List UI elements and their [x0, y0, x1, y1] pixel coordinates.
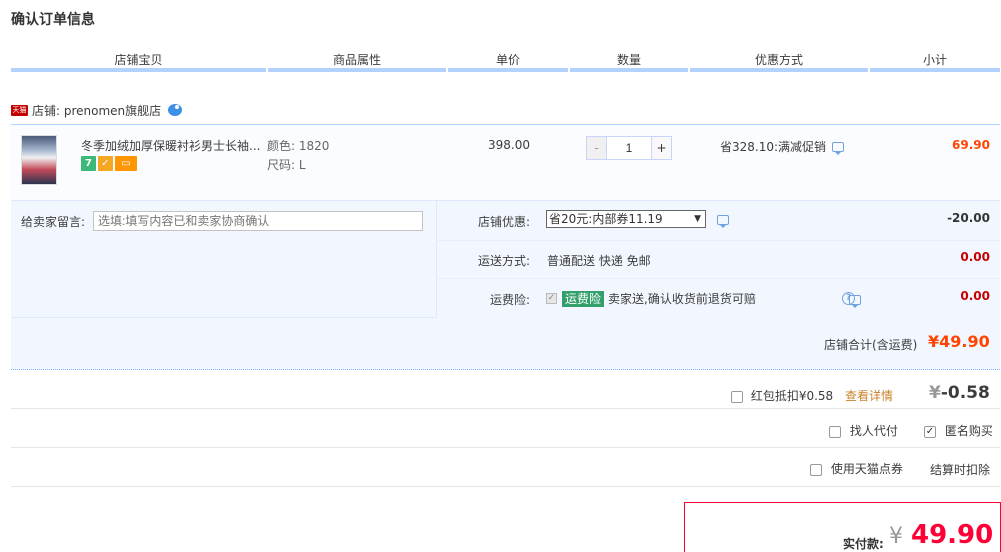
divider	[11, 447, 1000, 448]
divider	[436, 278, 1000, 279]
points-note: 结算时扣除	[930, 463, 991, 477]
header-divider	[570, 68, 688, 72]
insurance-checkbox: ✓	[546, 293, 557, 304]
seller-memo-input[interactable]	[93, 211, 423, 231]
quantity-decrease-button[interactable]: -	[587, 137, 607, 159]
shipping-label: 运送方式:	[477, 254, 530, 268]
comment-icon[interactable]	[832, 141, 845, 155]
seven-day-return-icon[interactable]: 7	[81, 156, 96, 171]
quantity-stepper: - +	[586, 136, 672, 160]
insurance-tag: 运费险	[562, 290, 605, 307]
wangwang-chat-icon[interactable]	[167, 103, 183, 117]
shop-coupon-select[interactable]: 省20元:内部券11.19 ▼	[546, 210, 706, 228]
header-divider	[448, 68, 568, 72]
col-header-price: 单价	[495, 53, 520, 67]
redpacket-checkbox[interactable]	[731, 390, 743, 403]
shop-total-label: 店铺合计(含运费)	[824, 338, 918, 352]
tmall-points-option[interactable]: 使用天猫点券	[810, 460, 903, 477]
divider	[11, 486, 1000, 487]
tmall-points-checkbox[interactable]	[810, 463, 822, 476]
product-thumbnail[interactable]	[21, 135, 57, 185]
insurance-description: 卖家送,确认收货前退货可赔	[608, 292, 756, 306]
unit-price: 398.00	[488, 138, 530, 152]
col-header-quantity: 数量	[616, 53, 641, 67]
credit-card-icon[interactable]: ▭	[115, 156, 137, 171]
memo-label: 给卖家留言:	[21, 215, 86, 229]
help-icon[interactable]: ?	[842, 292, 855, 305]
col-header-attributes: 商品属性	[332, 53, 381, 67]
header-divider	[870, 68, 1000, 72]
promotion-info: 省328.10:满减促销	[720, 138, 845, 155]
pay-for-me-option[interactable]: 找人代付	[829, 422, 898, 439]
currency-symbol: ¥	[929, 383, 941, 403]
shipping-method: 普通配送 快递 免邮	[547, 254, 651, 268]
final-payment-value: 49.90	[911, 520, 994, 550]
divider	[436, 240, 1000, 241]
header-divider	[11, 68, 266, 72]
view-details-link[interactable]: 查看详情	[845, 389, 893, 403]
dropdown-arrow-icon: ▼	[694, 214, 701, 224]
shop-discount-amount: -20.00	[947, 211, 990, 225]
comment-icon[interactable]	[717, 215, 729, 228]
redpacket-deduction-value: -0.58	[940, 383, 990, 403]
header-divider	[268, 68, 446, 72]
anonymous-checkbox[interactable]: ✓	[924, 425, 936, 438]
coupon-selected-value: 省20元:内部券11.19	[549, 212, 663, 226]
shop-discount-label: 店铺优惠:	[477, 215, 530, 229]
anonymous-label: 匿名购买	[944, 424, 993, 438]
product-title-link[interactable]: 冬季加绒加厚保暖衬衫男士长袖...	[81, 137, 261, 154]
redpacket-deduction: ¥-0.58	[929, 383, 990, 403]
insurance-cost: 0.00	[960, 289, 990, 303]
tmall-badge: 天猫	[11, 104, 28, 116]
col-header-subtotal: 小计	[922, 53, 947, 67]
guarantee-icon[interactable]: ✓	[98, 156, 113, 171]
shop-row: 天猫 店铺: prenomen旗舰店	[11, 100, 183, 120]
shop-total-value: ¥49.90	[928, 332, 990, 351]
redpacket-row: 红包抵扣¥0.58 查看详情	[731, 387, 893, 404]
shipping-insurance: ✓ 运费险 卖家送,确认收货前退货可赔	[546, 290, 756, 307]
product-size: 尺码: L	[267, 158, 306, 172]
quantity-input[interactable]	[607, 137, 651, 159]
quantity-increase-button[interactable]: +	[651, 137, 671, 159]
final-payment-label: 实付款:	[843, 537, 884, 551]
promotion-text: 省328.10:满减促销	[720, 140, 827, 154]
col-header-discount: 优惠方式	[754, 53, 803, 67]
col-header-item: 店铺宝贝	[114, 53, 163, 67]
shipping-cost: 0.00	[960, 250, 990, 264]
page-title: 确认订单信息	[11, 12, 95, 28]
tmall-points-label: 使用天猫点券	[830, 462, 903, 476]
item-subtotal: 69.90	[952, 138, 990, 152]
product-color: 颜色: 1820	[267, 139, 330, 153]
redpacket-label: 红包抵扣¥0.58	[750, 389, 834, 403]
order-item-row	[11, 124, 1000, 201]
insurance-label: 运费险:	[489, 293, 530, 307]
shop-name-link[interactable]: 店铺: prenomen旗舰店	[32, 102, 161, 119]
pay-for-me-label: 找人代付	[849, 424, 898, 438]
header-divider	[690, 68, 868, 72]
divider	[11, 408, 1000, 409]
service-badges: 7 ✓ ▭	[81, 156, 137, 171]
anonymous-option[interactable]: ✓ 匿名购买	[924, 422, 993, 439]
pay-for-me-checkbox[interactable]	[829, 425, 841, 438]
currency-symbol: ¥	[889, 524, 903, 549]
